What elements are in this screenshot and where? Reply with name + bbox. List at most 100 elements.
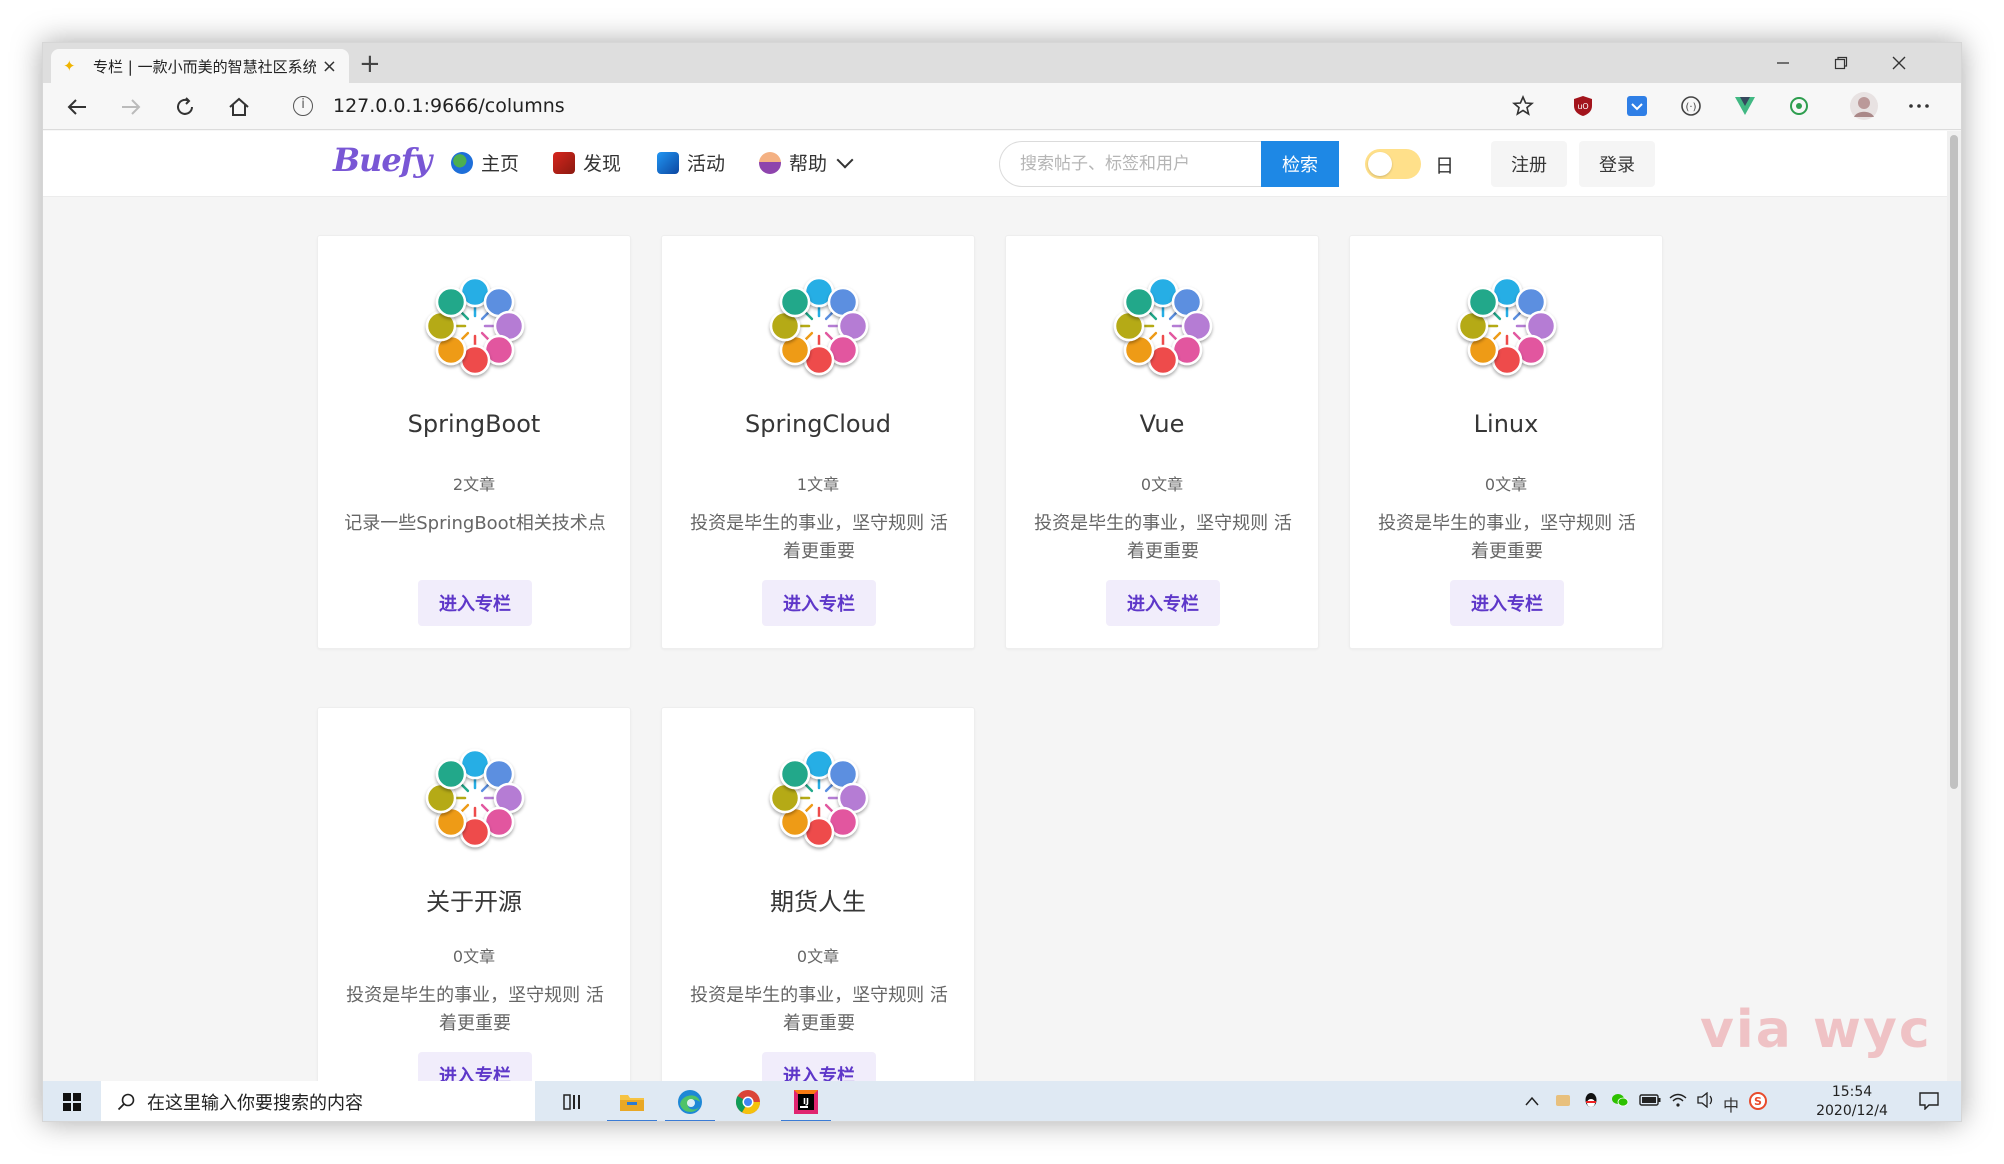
enter-column-button[interactable]: 进入专栏	[418, 580, 532, 626]
notification-icon[interactable]	[1919, 1092, 1939, 1114]
theme-label: 日	[1435, 155, 1455, 177]
browser-tab[interactable]: ✦ 专栏 | 一款小而美的智慧社区系统 ×	[51, 49, 349, 83]
address-bar: i 127.0.0.1:9666/columns uO (·)	[43, 83, 1961, 130]
download-ext-icon[interactable]	[1625, 94, 1649, 118]
more-menu-icon[interactable]	[1907, 94, 1931, 118]
search-input[interactable]	[999, 141, 1261, 187]
search-button[interactable]: 检索	[1261, 141, 1339, 187]
svg-text:IJ: IJ	[803, 1097, 809, 1106]
clock-date: 2020/12/4	[1816, 1103, 1888, 1119]
profile-avatar-icon[interactable]	[1849, 91, 1879, 121]
vue-devtools-icon[interactable]	[1733, 94, 1757, 118]
column-description: 投资是毕生的事业，坚守规则 活着更重要	[690, 513, 948, 562]
enter-column-button[interactable]: 进入专栏	[762, 580, 876, 626]
page-content: Buefy 主页 发现 活动 帮助 检索 日	[43, 131, 1947, 1081]
nav-discover[interactable]: 发现	[553, 149, 621, 176]
column-logo-icon	[1113, 276, 1213, 376]
column-description: 记录一些SpringBoot相关技术点	[344, 513, 606, 534]
favicon-icon: ✦	[63, 57, 76, 75]
back-icon[interactable]	[61, 91, 93, 123]
qq-icon[interactable]	[1583, 1092, 1599, 1114]
clock-time: 15:54	[1831, 1084, 1873, 1100]
intellij-idea-icon[interactable]: IJ	[777, 1081, 835, 1121]
column-logo-icon	[769, 748, 869, 848]
column-article-count: 0文章	[1484, 475, 1528, 494]
theme-toggle[interactable]	[1365, 149, 1421, 179]
column-description: 投资是毕生的事业，坚守规则 活着更重要	[1034, 513, 1292, 562]
column-title[interactable]: SpringBoot	[318, 410, 630, 438]
column-title[interactable]: SpringCloud	[662, 410, 974, 438]
url-field[interactable]: 127.0.0.1:9666/columns	[333, 95, 565, 117]
column-logo-icon	[425, 748, 525, 848]
column-title[interactable]: 期货人生	[662, 882, 974, 917]
enter-column-button[interactable]: 进入专栏	[762, 1052, 876, 1081]
column-article-count: 1文章	[796, 475, 840, 494]
fire-icon	[553, 151, 575, 174]
close-window-icon[interactable]	[1871, 43, 1927, 83]
favorite-star-icon[interactable]	[1511, 94, 1535, 118]
taskbar-search[interactable]: 在这里输入你要搜索的内容	[101, 1081, 535, 1121]
nav-help-label: 帮助	[789, 153, 828, 175]
restore-icon[interactable]	[1813, 43, 1869, 83]
browser-window: ✦ 专栏 | 一款小而美的智慧社区系统 × + i 127.0.0.1:9666…	[42, 42, 1962, 1122]
battery-icon[interactable]	[1639, 1092, 1661, 1111]
enter-column-button[interactable]: 进入专栏	[1450, 580, 1564, 626]
site-header: Buefy 主页 发现 活动 帮助 检索 日	[43, 131, 1947, 197]
close-tab-icon[interactable]: ×	[322, 56, 337, 77]
ime-indicator[interactable]: 中	[1723, 1092, 1739, 1116]
enter-column-button[interactable]: 进入专栏	[418, 1052, 532, 1081]
enter-column-button[interactable]: 进入专栏	[1106, 580, 1220, 626]
svg-text:uO: uO	[1577, 102, 1588, 111]
column-description: 投资是毕生的事业，坚守规则 活着更重要	[1378, 513, 1636, 562]
nav-home-label: 主页	[481, 153, 520, 175]
column-title[interactable]: 关于开源	[318, 882, 630, 917]
tab-strip: ✦ 专栏 | 一款小而美的智慧社区系统 × +	[43, 43, 1961, 83]
sogou-icon[interactable]: S	[1749, 1092, 1767, 1114]
file-explorer-icon[interactable]	[603, 1081, 661, 1121]
refresh-icon[interactable]	[169, 91, 201, 123]
edge-browser-icon[interactable]	[661, 1081, 719, 1121]
brand-logo[interactable]: Buefy	[333, 141, 432, 179]
task-view-icon[interactable]	[545, 1081, 603, 1121]
svg-text:(·): (·)	[1686, 102, 1697, 113]
tray-expand-icon[interactable]	[1525, 1092, 1539, 1111]
column-card: 期货人生 0文章 投资是毕生的事业，坚守规则 活着更重要 进入专栏	[661, 707, 975, 1081]
volume-icon[interactable]	[1697, 1091, 1715, 1112]
register-button[interactable]: 注册	[1491, 141, 1567, 187]
column-logo-icon	[425, 276, 525, 376]
tab-title: 专栏 | 一款小而美的智慧社区系统	[93, 57, 316, 76]
ublock-icon[interactable]: uO	[1571, 94, 1595, 118]
nav-activity[interactable]: 活动	[657, 149, 725, 176]
column-card: SpringCloud 1文章投资是毕生的事业，坚守规则 活着更重要 进入专栏	[661, 235, 975, 649]
column-description: 投资是毕生的事业，坚守规则 活着更重要	[346, 985, 604, 1034]
column-article-count: 0文章	[452, 947, 496, 966]
windows-start-icon[interactable]	[43, 1081, 101, 1121]
toggle-knob	[1368, 152, 1392, 176]
login-button[interactable]: 登录	[1579, 141, 1655, 187]
forward-icon[interactable]	[115, 91, 147, 123]
tray-app-icon[interactable]	[1555, 1092, 1571, 1112]
site-info-icon[interactable]: i	[293, 96, 313, 116]
scrollbar-thumb[interactable]	[1950, 135, 1958, 789]
new-tab-button[interactable]: +	[359, 49, 381, 79]
taskbar: 在这里输入你要搜索的内容 IJ 中 S 15:54 2020/12/4	[43, 1081, 1961, 1121]
minimize-icon[interactable]	[1755, 43, 1811, 83]
column-card: Vue 0文章 投资是毕生的事业，坚守规则 活着更重要 进入专栏	[1005, 235, 1319, 649]
person-icon	[759, 151, 781, 174]
green-extension-icon[interactable]	[1787, 94, 1811, 118]
column-article-count: 2文章	[452, 475, 496, 494]
chevron-down-icon	[836, 151, 854, 168]
nav-help[interactable]: 帮助	[759, 149, 854, 176]
column-title[interactable]: Linux	[1350, 410, 1662, 438]
watermark-text: via wyc	[1700, 1000, 1932, 1060]
chrome-icon[interactable]	[719, 1081, 777, 1121]
nav-home[interactable]: 主页	[451, 149, 519, 176]
wechat-icon[interactable]	[1611, 1092, 1629, 1112]
extension-circle-icon[interactable]: (·)	[1679, 94, 1703, 118]
wave-icon	[657, 151, 679, 174]
column-card: 关于开源 0文章投资是毕生的事业，坚守规则 活着更重要进入专栏	[317, 707, 631, 1081]
system-clock[interactable]: 15:54 2020/12/4	[1807, 1083, 1897, 1121]
home-icon[interactable]	[223, 91, 255, 123]
wifi-icon[interactable]	[1669, 1092, 1687, 1112]
column-title[interactable]: Vue	[1006, 410, 1318, 438]
